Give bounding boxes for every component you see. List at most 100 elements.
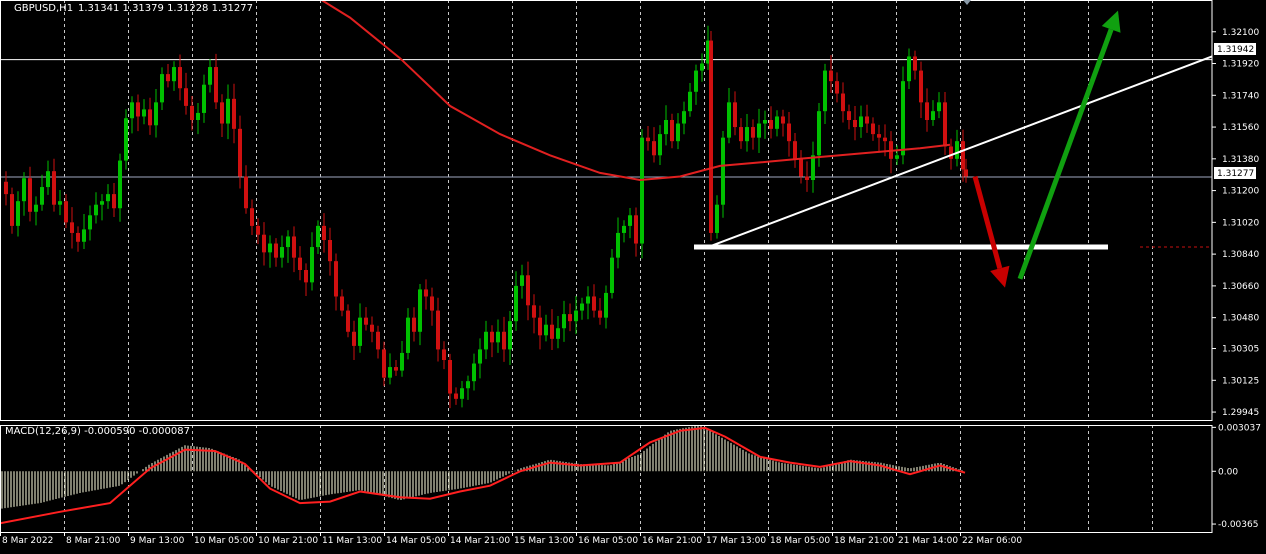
candle-body <box>586 296 590 304</box>
candle-body <box>154 102 158 126</box>
candle-body <box>913 56 917 71</box>
price-axis-label: 1.31920 <box>1222 60 1259 70</box>
candle-body <box>700 63 704 71</box>
candle-body <box>310 247 314 283</box>
candle-body <box>709 40 713 233</box>
candle-body <box>538 317 542 336</box>
candle-body <box>544 324 548 336</box>
candle-body <box>202 84 206 113</box>
trading-chart[interactable]: 1.32100 1.31920 1.31740 1.31560 1.31380 1.312… <box>0 0 1266 554</box>
candle-body <box>430 296 434 311</box>
candle-body <box>745 127 749 142</box>
candle-body <box>16 201 20 226</box>
current-price-badge: 1.31277 <box>1214 167 1256 179</box>
candle-body <box>877 134 881 138</box>
candle-body <box>118 160 122 209</box>
candle-body <box>52 171 56 205</box>
candle-body <box>682 111 686 124</box>
candle-body <box>907 56 911 82</box>
candle-body <box>805 176 809 180</box>
ohlc-readout: 1.31341 1.31379 1.31228 1.31277 <box>78 3 253 14</box>
candle-body <box>64 201 68 223</box>
candle-body <box>100 201 104 205</box>
candle-body <box>829 70 833 82</box>
resistance-price-badge: 1.31942 <box>1214 43 1256 55</box>
candle-body <box>106 194 110 202</box>
price-axis-label: 1.30660 <box>1222 282 1259 292</box>
candle-body <box>22 178 26 202</box>
candle-body <box>895 155 899 159</box>
candle-body <box>799 158 803 177</box>
time-axis-label: 17 Mar 13:00 <box>706 536 766 546</box>
candle-body <box>727 102 731 138</box>
candle-body <box>88 215 92 230</box>
macd-axis-label: -0.00365 <box>1218 520 1258 530</box>
candle-body <box>334 261 338 297</box>
candle-body <box>532 305 536 318</box>
price-axis-label: 1.32100 <box>1222 28 1259 38</box>
candle-body <box>136 102 140 117</box>
candle-body <box>616 232 620 258</box>
candle-body <box>733 102 737 128</box>
candle-body <box>214 67 218 103</box>
candle-body <box>10 194 14 226</box>
candle-body <box>775 116 779 129</box>
candle-body <box>268 243 272 253</box>
candle-body <box>781 116 785 124</box>
candle-body <box>883 137 887 142</box>
candle-body <box>442 349 446 360</box>
candle-body <box>280 247 284 258</box>
candle-body <box>244 176 248 209</box>
candle-body <box>406 317 410 353</box>
candle-body <box>526 275 530 306</box>
candle-body <box>670 120 674 142</box>
candle-body <box>610 257 614 293</box>
candle-body <box>94 204 98 216</box>
time-axis-label: 22 Mar 06:00 <box>962 536 1022 546</box>
candle-body <box>166 74 170 82</box>
candle-body <box>568 314 572 322</box>
time-axis-label: 9 Mar 13:00 <box>130 536 185 546</box>
candle-body <box>220 102 224 124</box>
price-axis-label: 1.31740 <box>1222 91 1259 101</box>
candle-body <box>763 120 767 124</box>
symbol-label: GBPUSD,H1 <box>14 3 73 14</box>
candle-body <box>871 123 875 135</box>
candle-body <box>943 102 947 147</box>
candle-body <box>436 310 440 350</box>
candle-body <box>286 236 290 248</box>
price-axis-label: 1.31200 <box>1222 187 1259 197</box>
candle-body <box>358 317 362 346</box>
price-axis-label: 1.30305 <box>1222 345 1259 355</box>
candle-body <box>388 367 392 378</box>
candle-body <box>112 194 116 209</box>
candle-body <box>448 360 452 394</box>
candle-body <box>961 141 965 170</box>
candle-body <box>424 289 428 297</box>
candle-body <box>160 74 164 103</box>
candle-body <box>811 155 815 180</box>
candle-body <box>484 331 488 350</box>
candle-body <box>298 257 302 270</box>
time-axis-label: 15 Mar 13:00 <box>514 536 574 546</box>
price-axis-label: 1.30125 <box>1222 376 1259 386</box>
candle-body <box>628 215 632 226</box>
candle-body <box>376 331 380 350</box>
candle-body <box>574 310 578 322</box>
candle-body <box>34 204 38 212</box>
time-axis-label: 14 Mar 05:00 <box>386 536 446 546</box>
candle-body <box>751 127 755 138</box>
candle-body <box>304 270 308 283</box>
candle-body <box>124 118 128 161</box>
candle-body <box>178 67 182 89</box>
candle-body <box>58 201 62 205</box>
candle-body <box>412 317 416 332</box>
candle-body <box>454 393 458 399</box>
candle-body <box>769 120 773 129</box>
candle-body <box>556 328 560 339</box>
price-axis-label: 1.31020 <box>1222 218 1259 228</box>
candle-body <box>148 109 152 126</box>
candle-body <box>520 275 524 286</box>
candle-body <box>835 81 839 94</box>
price-axis-label: 1.30480 <box>1222 314 1259 324</box>
